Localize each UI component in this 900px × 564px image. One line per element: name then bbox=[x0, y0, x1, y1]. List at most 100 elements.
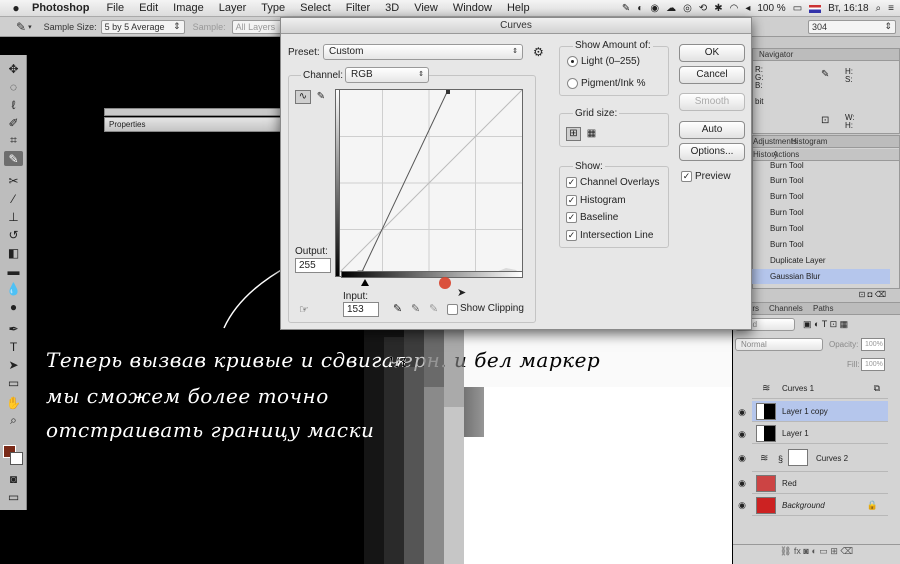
channel-select[interactable]: RGB ⇕ bbox=[345, 67, 429, 83]
status-icon[interactable]: ✱ bbox=[714, 3, 722, 14]
auto-button[interactable]: Auto bbox=[679, 121, 745, 139]
layer-row[interactable]: ≋ § Curves 2 bbox=[752, 446, 888, 472]
visibility-eye-icon[interactable]: ◉ bbox=[736, 407, 748, 419]
clock[interactable]: Вт, 16:18 bbox=[828, 3, 868, 14]
menu-view[interactable]: View bbox=[414, 2, 438, 14]
apple-menu-icon[interactable]: ● bbox=[8, 1, 24, 15]
filter-icons[interactable]: ▣ ◐ T ⊡ ▦ bbox=[803, 319, 848, 330]
white-eyedropper-icon[interactable]: ✎ bbox=[429, 302, 438, 315]
history-item-selected[interactable]: Gaussian Blur bbox=[752, 269, 890, 284]
eyedropper-tool-icon[interactable]: ✎ bbox=[4, 151, 23, 166]
smooth-button[interactable]: Smooth bbox=[679, 93, 745, 111]
screen-mode-icon[interactable]: ▭ bbox=[4, 489, 23, 504]
snapshot-icon[interactable]: ◘ bbox=[868, 290, 873, 299]
options-button[interactable]: Options... bbox=[679, 143, 745, 161]
app-menu[interactable]: Photoshop bbox=[32, 2, 89, 14]
marquee-tool-icon[interactable]: ◌ bbox=[4, 79, 23, 94]
channel-overlays-checkbox[interactable]: ✓ bbox=[566, 177, 577, 188]
eyedropper-tool-icon[interactable]: ✎ bbox=[16, 20, 26, 34]
input-field[interactable]: 153 bbox=[343, 302, 379, 317]
properties-panel-header[interactable]: Properties bbox=[104, 117, 282, 132]
menu-select[interactable]: Select bbox=[300, 2, 331, 14]
history-brush-icon[interactable]: ↺ bbox=[4, 227, 23, 242]
stamp-tool-icon[interactable]: ⊥ bbox=[4, 209, 23, 224]
notification-icon[interactable]: ≡ bbox=[888, 3, 894, 14]
status-icon[interactable]: ◉ bbox=[650, 3, 659, 14]
tool-preset-dropdown-icon[interactable]: ▾ bbox=[28, 23, 32, 31]
layer-row-selected[interactable]: Layer 1 copy bbox=[752, 401, 888, 422]
type-tool-icon[interactable]: T bbox=[4, 339, 23, 354]
simple-grid-icon[interactable]: ⊞ bbox=[566, 127, 581, 141]
layer-row[interactable]: Red bbox=[752, 473, 888, 494]
layer-row[interactable]: Background 🔒 bbox=[752, 495, 888, 516]
adjustment-layer-icon[interactable]: ◐ bbox=[811, 546, 816, 556]
menu-help[interactable]: Help bbox=[507, 2, 530, 14]
black-point-slider[interactable] bbox=[361, 279, 369, 286]
battery-icon[interactable]: ▭ bbox=[793, 3, 802, 14]
visibility-eye-icon[interactable]: ◉ bbox=[736, 429, 748, 441]
visibility-eye-icon[interactable]: ◉ bbox=[736, 453, 748, 465]
move-tool-icon[interactable]: ✥ bbox=[4, 61, 23, 76]
flag-icon[interactable] bbox=[809, 4, 822, 13]
fill-field[interactable]: 100% bbox=[861, 358, 885, 371]
pencil-tool-icon[interactable]: ✎ bbox=[314, 90, 328, 104]
fx-icon[interactable]: fx bbox=[794, 546, 801, 556]
blur-tool-icon[interactable]: 💧 bbox=[4, 281, 23, 296]
group-icon[interactable]: ▭ bbox=[819, 546, 828, 556]
zoom-tool-icon[interactable]: ⌕ bbox=[4, 413, 23, 428]
lasso-tool-icon[interactable]: ℓ bbox=[4, 97, 23, 112]
gradient-tool-icon[interactable]: ▬ bbox=[4, 263, 23, 278]
volume-icon[interactable]: ◂ bbox=[745, 3, 750, 14]
preview-checkbox[interactable]: ✓ bbox=[681, 171, 692, 182]
visibility-eye-icon[interactable]: ◉ bbox=[736, 478, 748, 490]
white-point-slider[interactable] bbox=[439, 277, 451, 289]
menu-image[interactable]: Image bbox=[173, 2, 204, 14]
menu-layer[interactable]: Layer bbox=[219, 2, 247, 14]
baseline-checkbox[interactable]: ✓ bbox=[566, 212, 577, 223]
menu-type[interactable]: Type bbox=[261, 2, 285, 14]
trash-icon[interactable]: ⌫ bbox=[840, 546, 853, 556]
menu-edit[interactable]: Edit bbox=[139, 2, 158, 14]
workspace-select[interactable]: 304 ⇕ bbox=[808, 19, 896, 34]
preset-select[interactable]: Custom ⇕ bbox=[323, 44, 523, 60]
layer-row[interactable]: Layer 1 bbox=[752, 423, 888, 444]
quick-select-tool-icon[interactable]: ✐ bbox=[4, 115, 23, 130]
shape-tool-icon[interactable]: ▭ bbox=[4, 375, 23, 390]
history-item[interactable]: Burn Tool bbox=[752, 205, 890, 220]
status-icon[interactable]: ☁ bbox=[666, 3, 676, 14]
tab-histogram[interactable]: Histogram bbox=[791, 136, 827, 148]
ok-button[interactable]: OK bbox=[679, 44, 745, 62]
curve-point-tool-icon[interactable]: ∿ bbox=[295, 90, 311, 104]
eraser-tool-icon[interactable]: ◧ bbox=[4, 245, 23, 260]
new-layer-icon[interactable]: ⊞ bbox=[830, 546, 838, 556]
status-icon[interactable]: ◐ bbox=[637, 3, 643, 14]
dodge-tool-icon[interactable]: ● bbox=[4, 299, 23, 314]
battery-label[interactable]: 100 % bbox=[757, 3, 785, 14]
add-mask-icon[interactable]: ◙ bbox=[803, 546, 808, 556]
gray-eyedropper-icon[interactable]: ✎ bbox=[411, 302, 420, 315]
history-item[interactable]: Burn Tool bbox=[752, 158, 890, 173]
brush-tool-icon[interactable]: ⁄ bbox=[4, 191, 23, 206]
history-item[interactable]: Burn Tool bbox=[752, 221, 890, 236]
hand-tool-icon[interactable]: ✋ bbox=[4, 395, 23, 410]
status-icon[interactable]: ⟲ bbox=[699, 3, 707, 14]
status-icon[interactable]: ◎ bbox=[683, 3, 692, 14]
menu-filter[interactable]: Filter bbox=[346, 2, 370, 14]
pen-tool-icon[interactable]: ✒ bbox=[4, 321, 23, 336]
preset-options-gear-icon[interactable]: ⚙ bbox=[533, 45, 544, 59]
trash-icon[interactable]: ⌫ bbox=[875, 290, 886, 299]
opacity-field[interactable]: 100% bbox=[861, 338, 885, 351]
output-field[interactable]: 255 bbox=[295, 258, 331, 273]
histogram-checkbox[interactable]: ✓ bbox=[566, 195, 577, 206]
wifi-icon[interactable]: ◠ bbox=[730, 3, 739, 14]
history-item[interactable]: Duplicate Layer bbox=[752, 253, 890, 268]
on-image-adjust-icon[interactable]: ☞ bbox=[299, 303, 309, 316]
layer-row[interactable]: ≋ Curves 1 ⧉ bbox=[752, 378, 888, 399]
quick-mask-icon[interactable]: ◙ bbox=[4, 471, 23, 486]
cancel-button[interactable]: Cancel bbox=[679, 66, 745, 84]
light-radio[interactable] bbox=[567, 56, 578, 67]
link-icon[interactable]: ⛓ bbox=[780, 546, 791, 556]
show-clipping-checkbox[interactable] bbox=[447, 304, 458, 315]
curve-graph[interactable] bbox=[335, 89, 523, 277]
status-icon[interactable]: ✎ bbox=[622, 3, 630, 14]
